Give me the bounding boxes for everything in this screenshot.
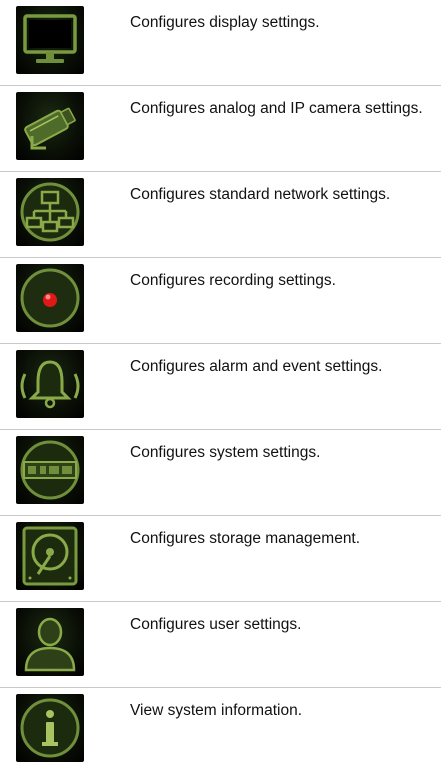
row-description: Configures display settings.: [130, 14, 320, 31]
table-row-system: Configures system settings.: [0, 430, 441, 516]
table-row-camera: Configures analog and IP camera settings…: [0, 86, 441, 172]
row-description: Configures recording settings.: [130, 272, 336, 289]
alarm-bell-icon: [16, 350, 84, 418]
table-row-network: Configures standard network settings.: [0, 172, 441, 258]
display-monitor-icon: [16, 6, 84, 74]
table-row-display: Configures display settings.: [0, 0, 441, 86]
row-description: Configures user settings.: [130, 616, 302, 633]
info-icon: [16, 694, 84, 762]
network-icon: [16, 178, 84, 246]
table-row-alarm: Configures alarm and event settings.: [0, 344, 441, 430]
row-description: Configures alarm and event settings.: [130, 358, 383, 375]
row-description: Configures analog and IP camera settings…: [130, 100, 423, 117]
row-description: View system information.: [130, 702, 302, 719]
system-device-icon: [16, 436, 84, 504]
table-row-storage: Configures storage management.: [0, 516, 441, 602]
settings-icon-table: Configures display settings. Configures …: [0, 0, 441, 774]
row-description: Configures standard network settings.: [130, 186, 391, 203]
table-row-user: Configures user settings.: [0, 602, 441, 688]
camera-icon: [16, 92, 84, 160]
row-description: Configures system settings.: [130, 444, 321, 461]
table-row-record: Configures recording settings.: [0, 258, 441, 344]
table-row-info: View system information.: [0, 688, 441, 774]
record-icon: [16, 264, 84, 332]
user-icon: [16, 608, 84, 676]
row-description: Configures storage management.: [130, 530, 361, 547]
hard-disk-icon: [16, 522, 84, 590]
